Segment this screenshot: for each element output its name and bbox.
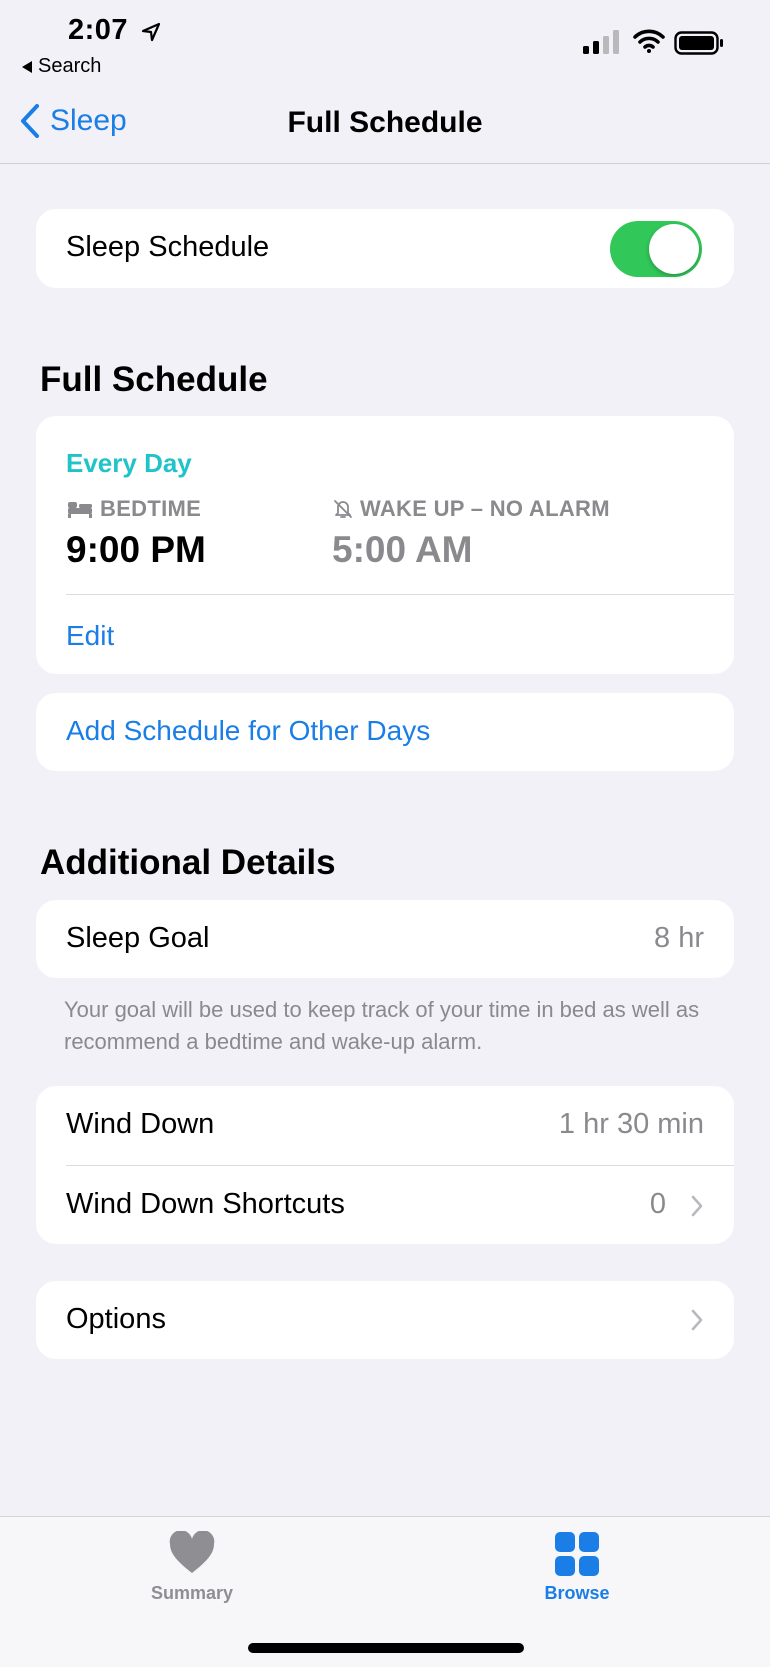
sleep-goal-row[interactable]: Sleep Goal 8 hr	[36, 900, 734, 978]
back-to-app-label: Search	[38, 55, 102, 77]
chevron-right-icon	[691, 1195, 703, 1217]
tab-browse-label: Browse	[544, 1583, 610, 1603]
wind-down-label: Wind Down	[66, 1108, 215, 1140]
bedtime-value: 9:00 PM	[66, 529, 206, 570]
sleep-goal-value: 8 hr	[654, 922, 704, 954]
wind-down-value: 1 hr 30 min	[558, 1108, 704, 1140]
wind-down-card: Wind Down 1 hr 30 min Wind Down Shortcut…	[36, 1086, 734, 1244]
bed-icon	[68, 502, 92, 518]
wind-down-shortcuts-label: Wind Down Shortcuts	[66, 1188, 345, 1220]
wind-down-shortcuts-count: 0	[649, 1188, 666, 1220]
sleep-schedule-card: Sleep Schedule	[36, 209, 734, 288]
wake-value: 5:00 AM	[332, 529, 473, 570]
toggle-knob	[649, 224, 699, 274]
bell-slash-icon	[334, 500, 352, 518]
home-indicator	[248, 1643, 524, 1653]
status-time: 2:07	[68, 14, 129, 46]
wind-down-shortcuts-row[interactable]: Wind Down Shortcuts 0	[36, 1166, 734, 1244]
wifi-icon	[633, 29, 665, 53]
cellular-signal-icon	[583, 30, 619, 54]
wind-down-row[interactable]: Wind Down 1 hr 30 min	[36, 1086, 734, 1165]
bedtime-header: BEDTIME	[66, 496, 201, 522]
options-label: Options	[66, 1303, 166, 1335]
add-schedule-button[interactable]: Add Schedule for Other Days	[66, 715, 430, 747]
schedule-days: Every Day	[66, 448, 192, 478]
wake-label: WAKE UP – NO ALARM	[360, 496, 610, 521]
grid-icon	[555, 1532, 599, 1576]
options-row[interactable]: Options	[36, 1281, 734, 1359]
bedtime-label: BEDTIME	[100, 496, 202, 521]
tab-browse[interactable]: Browse	[502, 1531, 652, 1604]
page-title: Full Schedule	[287, 106, 483, 139]
sleep-schedule-toggle[interactable]	[610, 221, 702, 277]
location-arrow-icon	[141, 22, 161, 42]
back-to-app-button[interactable]: Search	[22, 55, 101, 78]
sleep-goal-footnote: Your goal will be used to keep track of …	[64, 997, 700, 1054]
nav-divider	[0, 163, 770, 164]
heart-icon	[169, 1531, 215, 1573]
tab-summary-label: Summary	[150, 1583, 234, 1603]
sleep-schedule-label: Sleep Schedule	[66, 231, 270, 263]
full-schedule-heading: Full Schedule	[40, 360, 268, 399]
back-triangle-icon	[22, 60, 32, 73]
edit-schedule-button[interactable]: Edit	[66, 620, 114, 652]
chevron-right-icon	[691, 1309, 703, 1331]
battery-icon	[674, 31, 723, 55]
add-schedule-card[interactable]: Add Schedule for Other Days	[36, 693, 734, 771]
schedule-divider	[66, 594, 734, 595]
schedule-card[interactable]: Every Day BEDTIME 9:00 PM WAKE UP – NO A…	[36, 416, 734, 674]
sleep-goal-label: Sleep Goal	[66, 922, 210, 954]
tab-summary[interactable]: Summary	[117, 1531, 267, 1604]
wake-header: WAKE UP – NO ALARM	[332, 496, 610, 522]
additional-details-heading: Additional Details	[40, 843, 336, 882]
